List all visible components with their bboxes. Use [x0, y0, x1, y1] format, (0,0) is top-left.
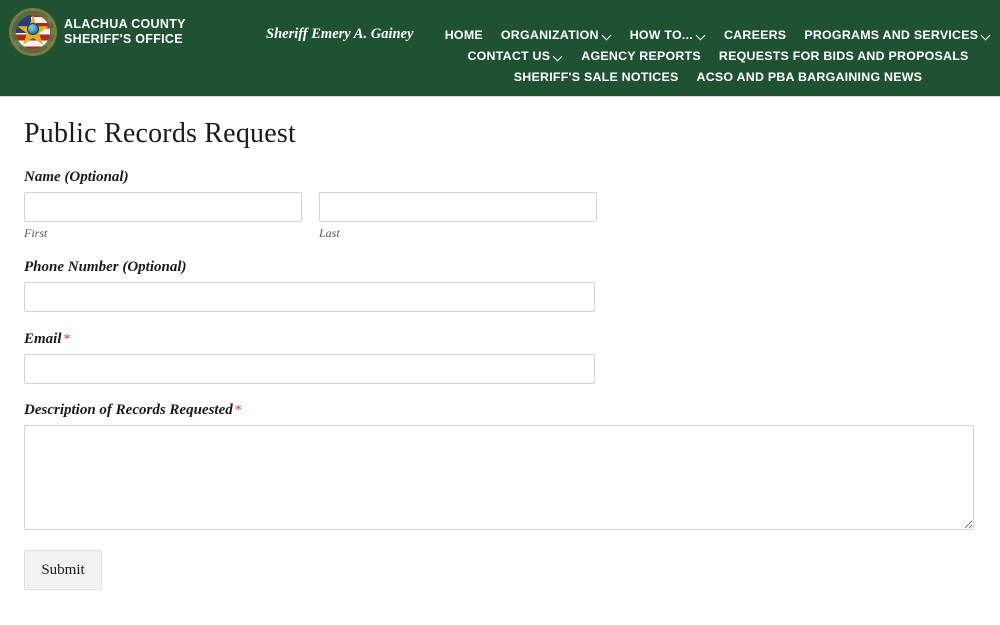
seal-rim: [12, 11, 54, 53]
chevron-down-icon[interactable]: [982, 31, 991, 40]
field-label-phone: Phone Number (Optional): [24, 259, 187, 275]
nav-item-label: HOW TO...: [629, 27, 693, 42]
required-asterisk-email: *: [63, 332, 71, 347]
page-title: Public Records Request: [24, 118, 296, 149]
nav-item-label: AGENCY REPORTS: [581, 48, 701, 63]
nav-item-programs-and-services[interactable]: PROGRAMS AND SERVICES: [804, 28, 991, 42]
nav-item-label: REQUESTS FOR BIDS AND PROPOSALS: [718, 48, 969, 63]
chevron-down-icon[interactable]: [554, 52, 563, 61]
nav-row-1: HOME ORGANIZATION HOW TO... CAREERS PROGRAMS…: [440, 24, 996, 45]
field-label-email-text: Email: [24, 331, 62, 347]
nav-item-acso-and-pba-bargaining-news[interactable]: ACSO AND PBA BARGAINING NEWS: [697, 70, 923, 84]
nav-item-label: ACSO AND PBA BARGAINING NEWS: [696, 69, 923, 84]
nav-item-label: PROGRAMS AND SERVICES: [804, 27, 979, 42]
name-row: First Last: [24, 192, 597, 241]
chevron-down-icon[interactable]: [603, 31, 612, 40]
nav-item-careers[interactable]: CAREERS: [724, 28, 786, 42]
submit-button[interactable]: Submit: [24, 550, 102, 590]
nav-item-agency-reports[interactable]: AGENCY REPORTS: [581, 49, 701, 63]
field-phone: Phone Number (Optional): [24, 259, 595, 312]
nav-row-2: CONTACT US AGENCY REPORTS REQUESTS FOR BID…: [440, 45, 996, 66]
nav-row-3: SHERIFF'S SALE NOTICES ACSO AND PBA BARGA…: [440, 66, 996, 87]
sheriff-name-label: Sheriff Emery A. Gainey: [266, 26, 414, 42]
name-first-col: First: [24, 192, 302, 241]
description-textarea[interactable]: [24, 425, 974, 530]
nav-item-label: HOME: [444, 27, 483, 42]
field-label-name: Name (Optional): [24, 169, 129, 185]
nav-item-how-to[interactable]: HOW TO...: [630, 28, 706, 42]
email-input[interactable]: [24, 354, 595, 384]
nav-item-label: SHERIFF'S SALE NOTICES: [513, 69, 679, 84]
name-last-sublabel: Last: [319, 226, 340, 240]
name-last-input[interactable]: [319, 192, 597, 222]
field-name: Name (Optional) First Last: [24, 169, 597, 241]
nav-item-organization[interactable]: ORGANIZATION: [501, 28, 612, 42]
nav-item-label: ORGANIZATION: [500, 27, 599, 42]
site-header: ALACHUA COUNTY SHERIFF'S OFFICE Sheriff …: [0, 0, 1000, 97]
sheriff-badge-seal-icon: [12, 11, 54, 53]
submit-row: Submit: [24, 550, 102, 590]
nav-item-home[interactable]: HOME: [445, 28, 483, 42]
brand-logo-link[interactable]: ALACHUA COUNTY SHERIFF'S OFFICE: [12, 11, 244, 53]
nav-item-contact-us[interactable]: CONTACT US: [467, 49, 563, 63]
brand-title: ALACHUA COUNTY SHERIFF'S OFFICE: [64, 17, 186, 46]
nav-item-label: CAREERS: [723, 27, 787, 42]
field-email: Email *: [24, 331, 595, 384]
name-first-sublabel: First: [24, 226, 48, 240]
required-asterisk-description: *: [234, 403, 242, 418]
main-navigation: HOME ORGANIZATION HOW TO... CAREERS PROGRAMS…: [440, 24, 996, 87]
phone-input[interactable]: [24, 282, 595, 312]
name-first-input[interactable]: [24, 192, 302, 222]
name-last-col: Last: [319, 192, 597, 241]
nav-item-label: CONTACT US: [467, 48, 551, 63]
field-label-email: Email *: [24, 331, 595, 348]
nav-item-sheriff-s-sale-notices[interactable]: SHERIFF'S SALE NOTICES: [514, 70, 679, 84]
field-label-description-text: Description of Records Requested: [24, 402, 233, 418]
nav-item-requests-for-bids-and-proposals[interactable]: REQUESTS FOR BIDS AND PROPOSALS: [719, 49, 969, 63]
field-label-description: Description of Records Requested *: [24, 402, 974, 419]
field-description: Description of Records Requested *: [24, 402, 974, 530]
chevron-down-icon[interactable]: [697, 31, 706, 40]
